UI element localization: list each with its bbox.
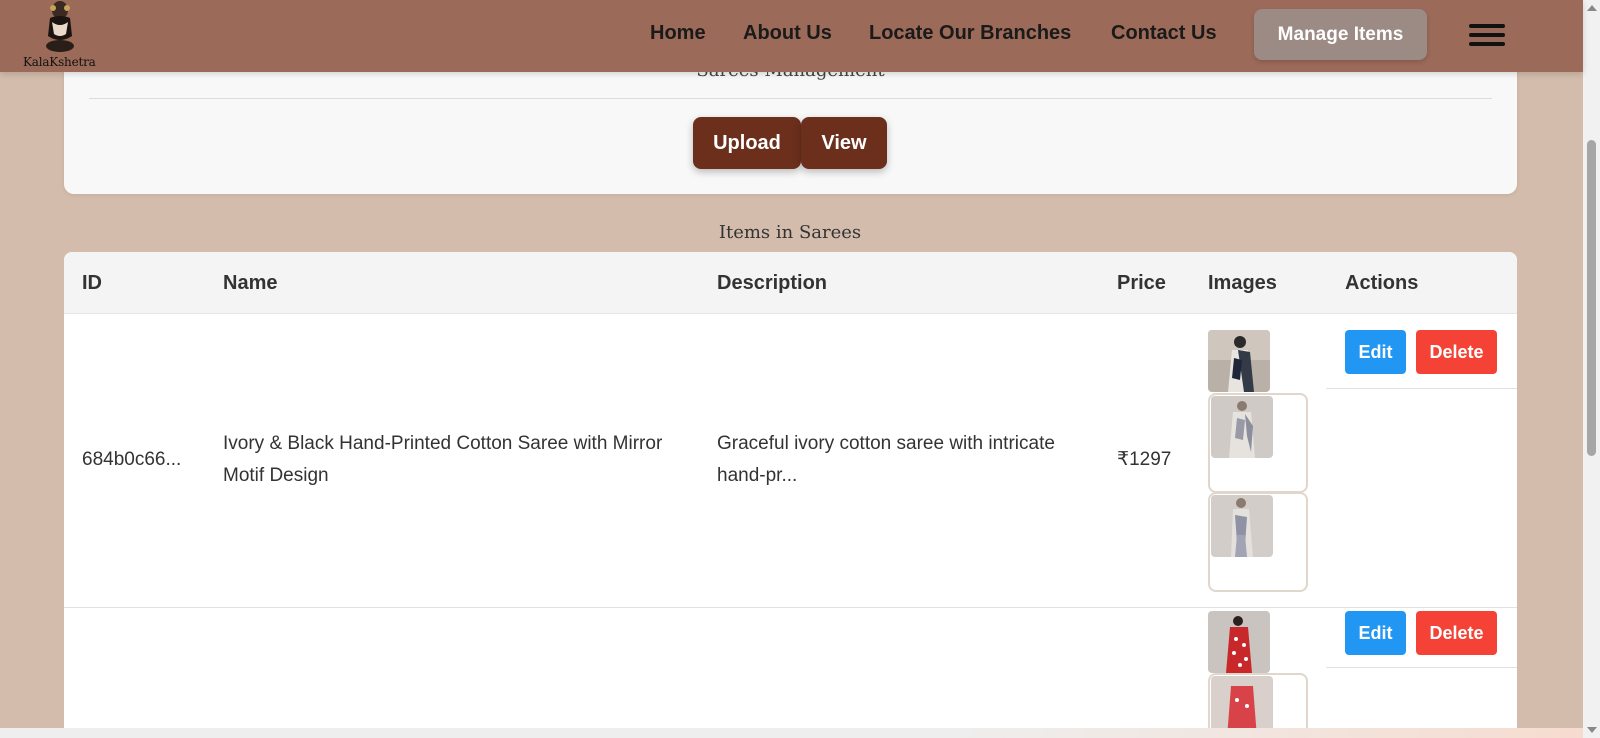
delete-button[interactable]: Delete [1416, 330, 1497, 374]
delete-button[interactable]: Delete [1416, 611, 1497, 655]
bottom-strip [0, 728, 1583, 738]
cell-price: ₹1297 [1117, 449, 1172, 470]
table-row: Edit Delete [64, 609, 1517, 738]
image-frame[interactable] [1208, 492, 1308, 592]
header-actions: Actions [1345, 272, 1419, 294]
saree-photo[interactable] [1208, 330, 1270, 392]
header-name: Name [223, 272, 278, 294]
view-button[interactable]: View [801, 117, 887, 169]
header-id: ID [82, 272, 102, 294]
top-navbar: KalaKshetra Home About Us Locate Our Bra… [0, 0, 1583, 72]
brand-name: KalaKshetra [23, 55, 96, 69]
edit-button[interactable]: Edit [1345, 330, 1406, 374]
nav-about-link[interactable]: About Us [743, 22, 832, 45]
brand-logo-icon [46, 1, 74, 52]
nav-home-link[interactable]: Home [650, 22, 706, 45]
manage-items-button[interactable]: Manage Items [1254, 9, 1427, 60]
saree-photo[interactable] [1208, 611, 1270, 673]
nav-branches-link[interactable]: Locate Our Branches [869, 22, 1071, 45]
table-row: 684b0c66... Ivory & Black Hand-Printed C… [64, 314, 1517, 608]
saree-photo [1211, 495, 1273, 557]
hamburger-menu-icon[interactable] [1469, 24, 1505, 46]
vertical-scrollbar[interactable] [1583, 0, 1600, 738]
divider [89, 98, 1492, 99]
cell-id: 684b0c66... [82, 449, 182, 470]
header-description: Description [717, 272, 828, 294]
items-table: ID Name Description Price Images Actions… [64, 252, 1517, 738]
divider [1326, 388, 1517, 389]
upload-button[interactable]: Upload [693, 117, 801, 169]
header-images: Images [1208, 272, 1277, 294]
nav-contact-link[interactable]: Contact Us [1111, 22, 1217, 45]
brand-logo[interactable]: KalaKshetra [20, 0, 100, 72]
scroll-down-arrow-icon[interactable] [1587, 727, 1597, 733]
image-frame[interactable] [1208, 393, 1308, 493]
section-title: Items in Sarees [718, 222, 862, 243]
cell-name: Ivory & Black Hand-Printed Cotton Saree … [223, 433, 663, 486]
management-card: Sarees Management Upload View [64, 56, 1517, 194]
table-header: ID Name Description Price Images Actions [64, 252, 1517, 314]
edit-button[interactable]: Edit [1345, 611, 1406, 655]
scroll-up-arrow-icon[interactable] [1587, 5, 1597, 11]
scrollbar-thumb[interactable] [1587, 140, 1596, 456]
cell-description: Graceful ivory cotton saree with intrica… [717, 433, 1055, 486]
divider [1326, 667, 1517, 668]
header-price: Price [1117, 272, 1166, 294]
saree-photo [1211, 396, 1273, 458]
